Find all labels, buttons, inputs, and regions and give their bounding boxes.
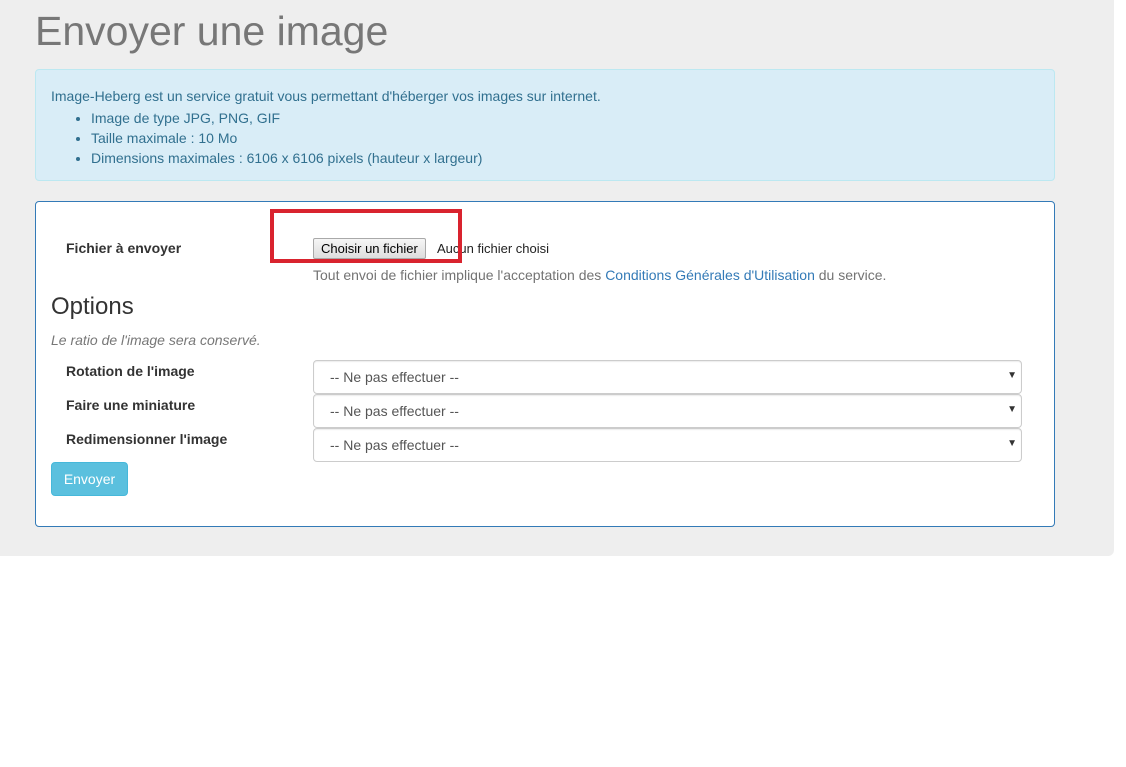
file-status: Aucun fichier choisi xyxy=(437,241,549,256)
info-item-dimensions: Dimensions maximales : 6106 x 6106 pixel… xyxy=(91,148,482,168)
upload-form: Fichier à envoyer Choisir un fichier Auc… xyxy=(35,201,1055,527)
terms-prefix: Tout envoi de fichier implique l'accepta… xyxy=(313,267,606,283)
submit-button[interactable]: Envoyer xyxy=(51,462,128,496)
caret-down-icon: ▼ xyxy=(1007,438,1017,449)
info-item-type: Image de type JPG, PNG, GIF xyxy=(91,108,482,128)
caret-down-icon: ▼ xyxy=(1007,370,1017,381)
ratio-note: Le ratio de l'image sera conservé. xyxy=(51,332,261,348)
resize-select-value: -- Ne pas effectuer -- xyxy=(330,437,459,453)
rotation-label: Rotation de l'image xyxy=(66,363,195,379)
thumbnail-select-value: -- Ne pas effectuer -- xyxy=(330,403,459,419)
resize-select[interactable]: -- Ne pas effectuer -- ▼ xyxy=(313,428,1022,462)
info-list: Image de type JPG, PNG, GIF Taille maxim… xyxy=(51,108,482,168)
rotation-select[interactable]: -- Ne pas effectuer -- ▼ xyxy=(313,360,1022,394)
terms-link[interactable]: Conditions Générales d'Utilisation xyxy=(605,267,815,283)
thumbnail-select[interactable]: -- Ne pas effectuer -- ▼ xyxy=(313,394,1022,428)
caret-down-icon: ▼ xyxy=(1007,404,1017,415)
page-title: Envoyer une image xyxy=(35,8,389,54)
thumbnail-label: Faire une miniature xyxy=(66,397,196,413)
terms-suffix: du service. xyxy=(814,267,887,283)
terms-text: Tout envoi de fichier implique l'accepta… xyxy=(313,267,886,283)
choose-file-button[interactable]: Choisir un fichier xyxy=(313,238,426,259)
resize-label: Redimensionner l'image xyxy=(66,431,228,447)
info-intro: Image-Heberg est un service gratuit vous… xyxy=(51,88,601,104)
options-title: Options xyxy=(51,293,134,320)
file-label: Fichier à envoyer xyxy=(66,240,182,256)
info-item-size: Taille maximale : 10 Mo xyxy=(91,128,482,148)
info-alert: Image-Heberg est un service gratuit vous… xyxy=(35,69,1055,181)
jumbotron: Envoyer une image Image-Heberg est un se… xyxy=(0,0,1114,556)
rotation-select-value: -- Ne pas effectuer -- xyxy=(330,369,459,385)
